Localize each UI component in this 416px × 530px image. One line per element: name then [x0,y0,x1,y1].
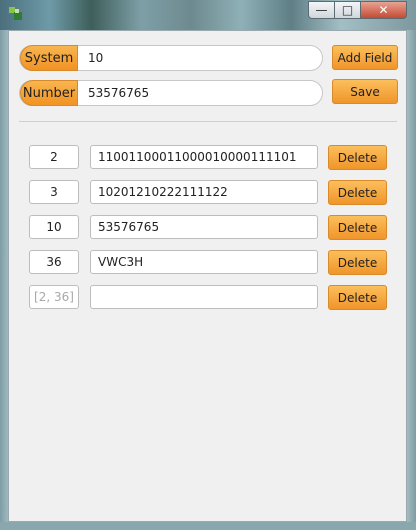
app-window: — □ ✕ System 10 Add Field Number 5357676… [0,0,416,530]
value-input[interactable]: VWC3H [90,250,318,274]
client-area: System 10 Add Field Number 53576765 Save… [8,30,407,522]
window-frame-bottom [0,522,416,530]
base-input[interactable]: 36 [29,250,79,274]
base-input[interactable]: [2, 36] [29,285,79,309]
title-bar[interactable]: — □ ✕ [0,0,416,30]
system-input[interactable]: 10 [88,46,316,70]
delete-button[interactable]: Delete [328,250,387,275]
app-icon [9,7,22,20]
number-input[interactable]: 53576765 [88,81,316,105]
delete-button[interactable]: Delete [328,285,387,310]
minimize-icon: — [315,3,328,17]
minimize-button[interactable]: — [308,1,335,19]
base-input[interactable]: 10 [29,215,79,239]
add-field-button[interactable]: Add Field [332,45,398,70]
base-input[interactable]: 3 [29,180,79,204]
value-input[interactable]: 10201210222111122 [90,180,318,204]
delete-button[interactable]: Delete [328,215,387,240]
number-field: Number 53576765 [19,80,323,106]
window-frame-right [407,30,416,530]
window-frame-left [0,30,8,530]
delete-button[interactable]: Delete [328,180,387,205]
close-icon: ✕ [378,3,389,17]
system-field: System 10 [19,45,323,71]
system-label: System [20,45,78,71]
value-input[interactable] [90,285,318,309]
maximize-icon: □ [341,3,354,17]
maximize-button[interactable]: □ [334,1,361,19]
close-button[interactable]: ✕ [360,1,407,19]
base-input[interactable]: 2 [29,145,79,169]
delete-button[interactable]: Delete [328,145,387,170]
value-input[interactable]: 53576765 [90,215,318,239]
save-button[interactable]: Save [332,79,398,104]
value-input[interactable]: 11001100011000010000111101 [90,145,318,169]
separator [19,121,397,122]
number-label: Number [20,80,78,106]
